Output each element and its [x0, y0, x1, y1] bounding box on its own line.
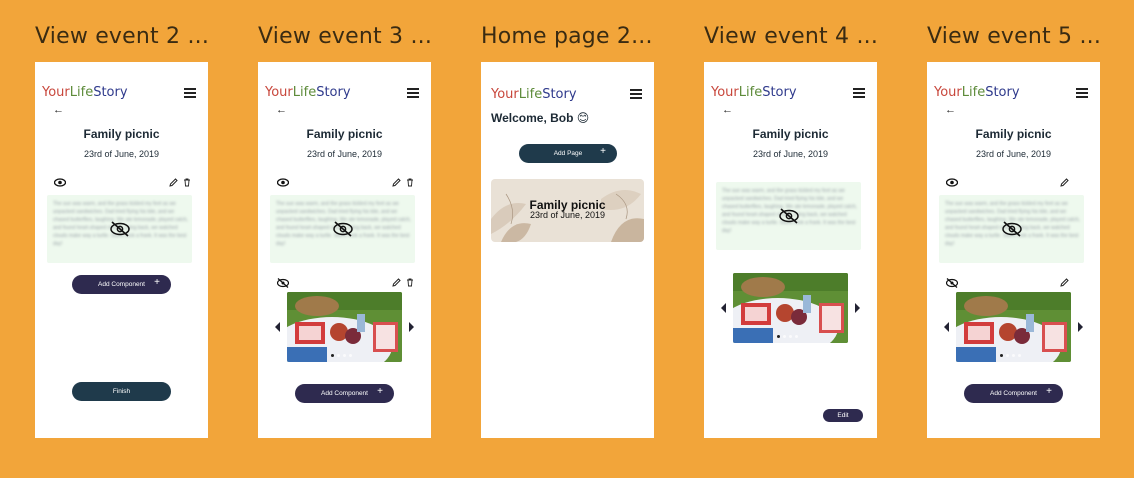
picnic-image: [287, 292, 402, 362]
back-arrow-icon[interactable]: ←: [722, 104, 733, 116]
app-logo[interactable]: YourLifeStory: [711, 85, 797, 100]
chevron-right-icon[interactable]: [1078, 322, 1083, 332]
picnic-photo[interactable]: [733, 273, 848, 343]
chevron-left-icon[interactable]: [944, 322, 949, 332]
text-component[interactable]: The sun was warm, and the grass tickled …: [939, 195, 1084, 263]
event-date: 23rd of June, 2019: [975, 149, 1052, 159]
add-component-button[interactable]: Add Component +: [295, 384, 394, 403]
pencil-icon[interactable]: [169, 178, 178, 187]
trash-icon[interactable]: [406, 278, 414, 287]
pencil-icon[interactable]: [392, 278, 401, 287]
carousel-dots[interactable]: [777, 335, 798, 338]
eye-off-icon: [332, 221, 353, 237]
event-title: Family picnic: [975, 127, 1052, 141]
carousel-dots[interactable]: [331, 354, 352, 357]
back-arrow-icon[interactable]: ←: [945, 104, 956, 116]
eye-icon[interactable]: [946, 178, 958, 187]
phone-view-event-5: YourLifeStory ← Family picnic 23rd of Ju…: [927, 62, 1100, 438]
event-date: 23rd of June, 2019: [752, 149, 829, 159]
frame-title-view-event-2: View event 2 ...: [35, 24, 210, 49]
picnic-image: [956, 292, 1071, 362]
phone-view-event-4: YourLifeStory ← Family picnic 23rd of Ju…: [704, 62, 877, 438]
app-logo[interactable]: YourLifeStory: [934, 85, 1020, 100]
eye-off-icon: [109, 221, 130, 237]
add-component-button[interactable]: Add Component +: [72, 275, 171, 294]
eye-off-icon[interactable]: [946, 278, 958, 288]
frame-title-view-event-5: View event 5 ...: [927, 24, 1102, 49]
trash-icon[interactable]: [183, 178, 191, 187]
event-date: 23rd of June, 2019: [306, 149, 383, 159]
trash-icon[interactable]: [406, 178, 414, 187]
eye-off-icon: [1001, 221, 1022, 237]
event-card[interactable]: Family picnic 23rd of June, 2019: [491, 179, 644, 242]
menu-icon[interactable]: [184, 88, 196, 98]
phone-home-page-2: YourLifeStory Welcome, Bob 😊 Add Page + F…: [481, 62, 654, 438]
menu-icon[interactable]: [407, 88, 419, 98]
eye-off-icon[interactable]: [277, 278, 289, 288]
event-title: Family picnic: [83, 127, 160, 141]
event-date: 23rd of June, 2019: [83, 149, 160, 159]
event-title: Family picnic: [306, 127, 383, 141]
picnic-photo[interactable]: [287, 292, 402, 362]
back-arrow-icon[interactable]: ←: [53, 104, 64, 116]
eye-off-icon: [778, 208, 799, 224]
phone-view-event-2: YourLifeStory ← Family picnic 23rd of Ju…: [35, 62, 208, 438]
eye-icon[interactable]: [277, 178, 289, 187]
menu-icon[interactable]: [1076, 88, 1088, 98]
welcome-heading: Welcome, Bob 😊: [491, 111, 590, 125]
text-component[interactable]: The sun was warm, and the grass tickled …: [47, 195, 192, 263]
chevron-left-icon[interactable]: [275, 322, 280, 332]
text-component[interactable]: The sun was warm, and the grass tickled …: [270, 195, 415, 263]
app-logo[interactable]: YourLifeStory: [491, 87, 577, 102]
chevron-right-icon[interactable]: [855, 303, 860, 313]
chevron-right-icon[interactable]: [409, 322, 414, 332]
menu-icon[interactable]: [630, 89, 642, 99]
card-date: 23rd of June, 2019: [529, 210, 606, 220]
frame-title-home-page-2: Home page 2...: [481, 24, 653, 49]
phone-view-event-3: YourLifeStory ← Family picnic 23rd of Ju…: [258, 62, 431, 438]
menu-icon[interactable]: [853, 88, 865, 98]
pencil-icon[interactable]: [392, 178, 401, 187]
add-component-button[interactable]: Add Component +: [964, 384, 1063, 403]
app-logo[interactable]: YourLifeStory: [42, 85, 128, 100]
picnic-photo[interactable]: [956, 292, 1071, 362]
edit-button[interactable]: Edit: [823, 409, 863, 422]
picnic-image: [733, 273, 848, 343]
back-arrow-icon[interactable]: ←: [276, 104, 287, 116]
app-logo[interactable]: YourLifeStory: [265, 85, 351, 100]
finish-button[interactable]: Finish: [72, 382, 171, 401]
chevron-left-icon[interactable]: [721, 303, 726, 313]
frame-title-view-event-4: View event 4 ...: [704, 24, 879, 49]
event-title: Family picnic: [752, 127, 829, 141]
pencil-icon[interactable]: [1060, 178, 1069, 187]
add-page-button[interactable]: Add Page +: [519, 144, 617, 163]
eye-icon[interactable]: [54, 178, 66, 187]
pencil-icon[interactable]: [1060, 278, 1069, 287]
frame-title-view-event-3: View event 3 ...: [258, 24, 433, 49]
carousel-dots[interactable]: [1000, 354, 1021, 357]
text-component[interactable]: The sun was warm, and the grass tickled …: [716, 182, 861, 250]
